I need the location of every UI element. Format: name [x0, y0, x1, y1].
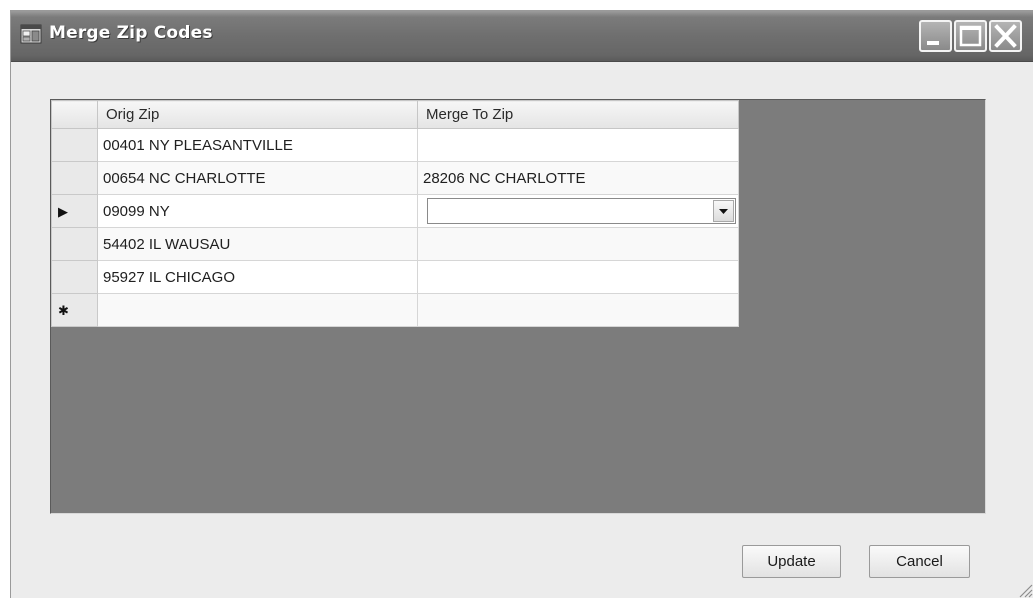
cancel-button[interactable]: Cancel — [869, 545, 970, 578]
close-icon — [994, 24, 1017, 48]
maximize-button[interactable] — [954, 20, 987, 52]
table-row[interactable]: 95927 IL CHICAGO — [51, 260, 739, 294]
merge-to-zip-cell[interactable] — [417, 227, 739, 261]
orig-zip-cell-new[interactable] — [97, 293, 418, 327]
table-row-new[interactable]: ✱ — [51, 293, 739, 327]
row-header[interactable] — [51, 128, 98, 162]
header-row: Orig Zip Merge To Zip — [51, 100, 739, 129]
column-header-orig-zip[interactable]: Orig Zip — [97, 100, 418, 129]
row-header[interactable] — [51, 227, 98, 261]
merge-zip-codes-window: Merge Zip Codes Orig Zip Merge To Zip 00… — [10, 10, 1033, 598]
close-button[interactable] — [989, 20, 1022, 52]
combobox-dropdown-button[interactable] — [713, 200, 734, 222]
row-header-new[interactable]: ✱ — [51, 293, 98, 327]
table-row[interactable]: 54402 IL WAUSAU — [51, 227, 739, 261]
maximize-icon — [959, 25, 982, 47]
table-row[interactable]: 00654 NC CHARLOTTE 28206 NC CHARLOTTE — [51, 161, 739, 195]
orig-zip-cell[interactable]: 09099 NY — [97, 194, 418, 228]
orig-zip-cell[interactable]: 95927 IL CHICAGO — [97, 260, 418, 294]
merge-to-zip-cell[interactable] — [417, 260, 739, 294]
new-row-asterisk-icon: ✱ — [58, 302, 69, 318]
chevron-down-icon — [719, 209, 728, 214]
orig-zip-cell[interactable]: 00654 NC CHARLOTTE — [97, 161, 418, 195]
current-row-arrow-icon: ▶ — [58, 203, 68, 219]
minimize-button[interactable] — [919, 20, 952, 52]
title-bar[interactable]: Merge Zip Codes — [11, 11, 1033, 62]
app-icon[interactable] — [20, 24, 42, 44]
row-header-current[interactable]: ▶ — [51, 194, 98, 228]
table-row[interactable]: 00401 NY PLEASANTVILLE — [51, 128, 739, 162]
zip-merge-table: Orig Zip Merge To Zip 00401 NY PLEASANTV… — [51, 100, 739, 327]
table-row-current[interactable]: ▶ 09099 NY — [51, 194, 739, 228]
merge-to-zip-cell-editing[interactable] — [417, 194, 739, 228]
orig-zip-cell[interactable]: 00401 NY PLEASANTVILLE — [97, 128, 418, 162]
merge-to-zip-cell-new[interactable] — [417, 293, 739, 327]
resize-grip-icon[interactable] — [1017, 582, 1033, 598]
merge-to-zip-combobox[interactable] — [427, 198, 736, 224]
column-header-merge-to-zip[interactable]: Merge To Zip — [417, 100, 739, 129]
minimize-icon — [927, 41, 939, 45]
update-button[interactable]: Update — [742, 545, 841, 578]
zip-merge-grid[interactable]: Orig Zip Merge To Zip 00401 NY PLEASANTV… — [50, 99, 986, 514]
orig-zip-cell[interactable]: 54402 IL WAUSAU — [97, 227, 418, 261]
row-header[interactable] — [51, 161, 98, 195]
window-title: Merge Zip Codes — [49, 23, 213, 43]
merge-to-zip-cell[interactable] — [417, 128, 739, 162]
merge-to-zip-cell[interactable]: 28206 NC CHARLOTTE — [417, 161, 739, 195]
row-header[interactable] — [51, 260, 98, 294]
grid-corner-cell[interactable] — [51, 100, 98, 129]
